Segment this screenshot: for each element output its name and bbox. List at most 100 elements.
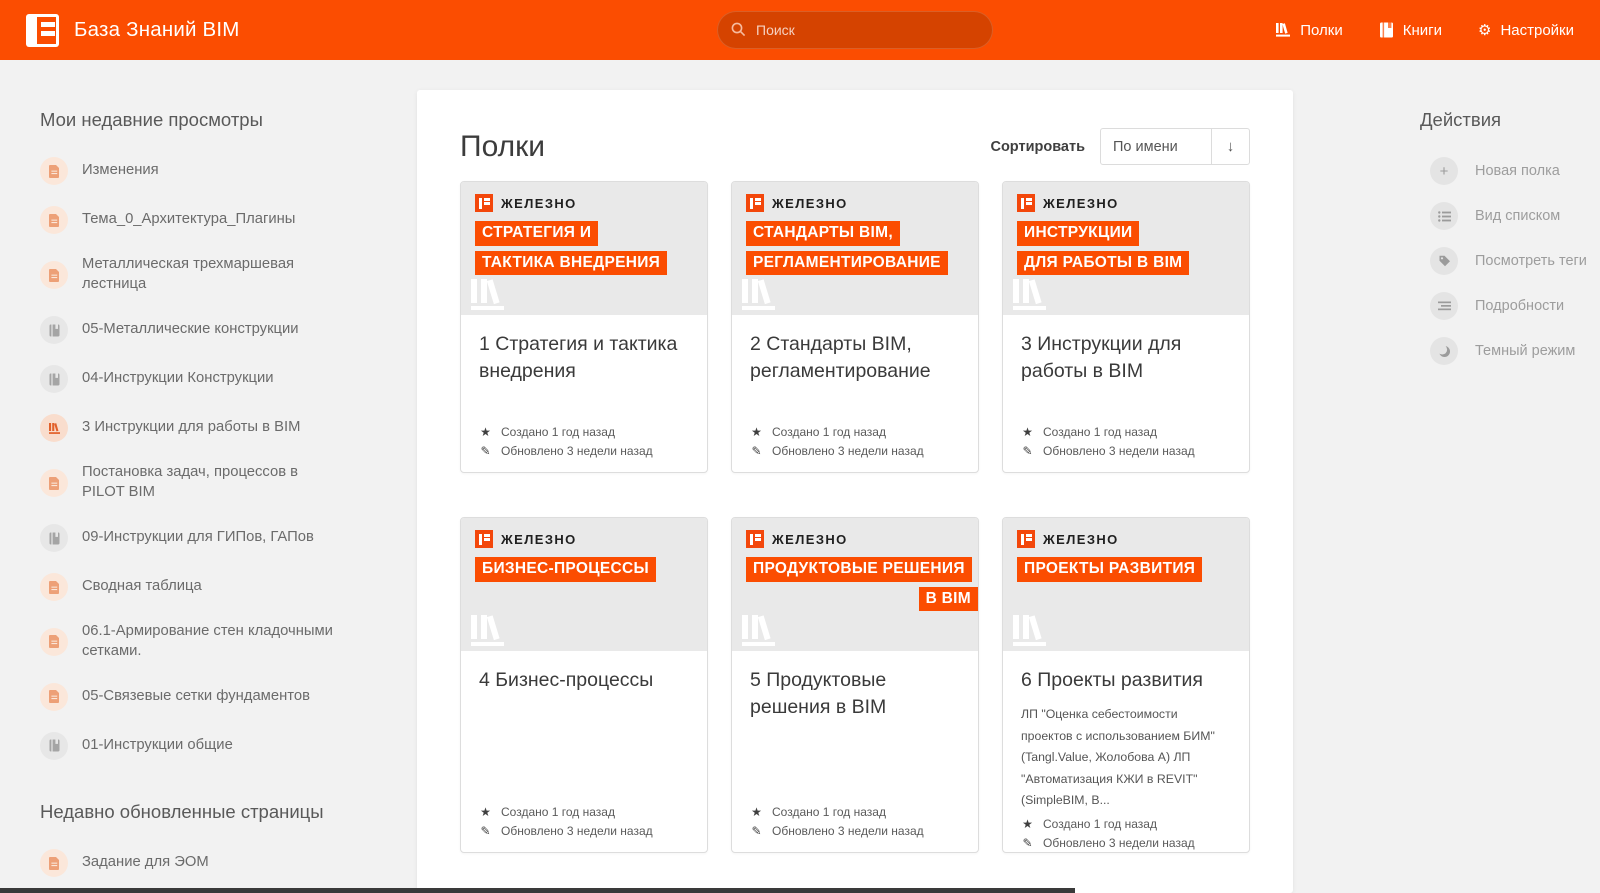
bookshelf-icon: [471, 615, 504, 646]
list-item[interactable]: 01-Инструкции общие: [40, 731, 387, 760]
pencil-icon: ✎: [751, 824, 762, 838]
app-title[interactable]: База Знаний BIM: [74, 18, 240, 42]
shelf-card[interactable]: ЖЕЛЕЗНО СТАНДАРТЫ BIM, РЕГЛАМЕНТИРОВАНИЕ…: [731, 181, 979, 473]
star-icon: ★: [751, 425, 762, 439]
shelf-card[interactable]: ЖЕЛЕЗНО СТРАТЕГИЯ И ТАКТИКА ВНЕДРЕНИЯ 1 …: [460, 181, 708, 473]
list-item-label: 01-Инструкции общие: [82, 736, 233, 753]
shelf-card[interactable]: ЖЕЛЕЗНО ИНСТРУКЦИИ ДЛЯ РАБОТЫ В BIM 3 Ин…: [1002, 181, 1250, 473]
list-icon: [1430, 202, 1458, 231]
actions-heading: Действия: [1420, 109, 1502, 130]
brand-name: ЖЕЛЕЗНО: [772, 195, 848, 211]
list-item-label: 05-Металлические конструкции: [82, 321, 299, 338]
new-shelf-button[interactable]: + Новая полка: [1430, 157, 1600, 186]
pencil-icon: ✎: [1022, 444, 1033, 458]
list-item-label: 09-Инструкции для ГИПов, ГАПов: [82, 529, 314, 546]
arrow-down-icon: ↓: [1226, 138, 1235, 155]
list-item-label: 05-Связевые сетки фундаментов: [82, 687, 310, 704]
cover-banner: ПРОЕКТЫ РАЗВИТИЯ: [1017, 557, 1249, 582]
list-item[interactable]: 06.1-Армирование стен кладочными сетками…: [40, 622, 387, 662]
star-icon: ★: [1022, 425, 1033, 439]
zhelezno-logo-icon: [1017, 194, 1035, 212]
shelf-title: 3 Инструкции для работы в BIM: [1021, 333, 1182, 383]
list-item-label: Сводная таблица: [82, 578, 202, 595]
page-title: Полки: [460, 129, 545, 163]
star-icon: ★: [480, 425, 491, 439]
shelf-title: 1 Стратегия и тактика внедрения: [479, 333, 678, 383]
zhelezno-logo-icon: [475, 194, 493, 212]
page-icon: [40, 157, 68, 186]
nav-books-label: Книги: [1402, 21, 1442, 39]
shelf-card[interactable]: ЖЕЛЕЗНО ПРОЕКТЫ РАЗВИТИЯ 6 Проекты разви…: [1002, 517, 1250, 853]
nav-books[interactable]: Книги: [1379, 22, 1442, 39]
list-item[interactable]: 3 Инструкции для работы в BIM: [40, 414, 387, 443]
pencil-icon: ✎: [480, 444, 491, 458]
zhelezno-logo-icon: [746, 194, 764, 212]
shelf-meta: ★ Создано 1 год назад ✎ Обновлено 3 недели…: [1022, 816, 1195, 850]
page-icon: [40, 573, 68, 601]
zhelezno-logo-icon: [475, 530, 493, 548]
main-panel: Полки Сортировать По имени ↓ ЖЕЛЕЗНО СТР…: [417, 90, 1293, 893]
list-item[interactable]: 09-Инструкции для ГИПов, ГАПов: [40, 524, 387, 552]
page-icon: [40, 469, 68, 498]
actions-sidebar: Действия + Новая полка Вид списком Посмо…: [1293, 60, 1600, 893]
list-item-label: Задание для ЭОМ: [82, 854, 209, 871]
bookshelf-icon: [40, 414, 68, 443]
nav-settings[interactable]: ⚙ Настройки: [1478, 22, 1574, 39]
gear-icon: ⚙: [1477, 21, 1492, 39]
list-item-label: Тема_0_Архитектура_Плагины: [82, 211, 296, 228]
cover-banner: ИНСТРУКЦИИ ДЛЯ РАБОТЫ В BIM: [1017, 221, 1249, 275]
list-item[interactable]: 05-Связевые сетки фундаментов: [40, 682, 387, 711]
sort-select[interactable]: По имени: [1101, 129, 1211, 164]
list-item[interactable]: Постановка задач, процессов в PILOT BIM: [40, 463, 387, 503]
shelf-card[interactable]: ЖЕЛЕЗНО ПРОДУКТОВЫЕ РЕШЕНИЯ В BIM 5 Прод…: [731, 517, 979, 853]
brand-name: ЖЕЛЕЗНО: [501, 531, 577, 547]
sort-direction-button[interactable]: ↓: [1211, 129, 1249, 164]
bookshelf-icon: [1276, 23, 1291, 37]
page-icon: [40, 682, 68, 711]
page-icon: [40, 627, 68, 656]
list-item[interactable]: 05-Металлические конструкции: [40, 316, 387, 345]
moon-icon: [1430, 337, 1458, 366]
cover-banner: БИЗНЕС-ПРОЦЕССЫ: [475, 557, 707, 582]
book-icon: [1379, 22, 1393, 38]
list-item-label: Изменения: [82, 162, 159, 179]
shelf-card[interactable]: ЖЕЛЕЗНО БИЗНЕС-ПРОЦЕССЫ 4 Бизнес-процесс…: [460, 517, 708, 853]
details-icon: [1430, 292, 1458, 321]
shelf-description: ЛП "Оценка себестоимости проектов с испо…: [1021, 707, 1215, 808]
list-item[interactable]: 04-Инструкции Конструкции: [40, 365, 387, 394]
dark-mode-button[interactable]: Темный режим: [1430, 337, 1600, 366]
left-sidebar: Мои недавние просмотры Изменения Тема_0_…: [0, 60, 417, 893]
pencil-icon: ✎: [751, 444, 762, 458]
bookshelf-icon: [742, 279, 775, 310]
page-icon: [40, 261, 68, 290]
brand-name: ЖЕЛЕЗНО: [501, 195, 577, 211]
nav-shelves[interactable]: Полки: [1275, 22, 1343, 39]
zhelezno-logo-icon: [1017, 530, 1035, 548]
list-item[interactable]: Задание для ЭОМ: [40, 849, 387, 878]
bookshelf-icon: [1013, 615, 1046, 646]
recent-pages-heading: Недавно обновленные страницы: [40, 800, 324, 822]
list-item[interactable]: Сводная таблица: [40, 573, 387, 601]
cover-banner: СТРАТЕГИЯ И ТАКТИКА ВНЕДРЕНИЯ: [475, 221, 707, 275]
star-icon: ★: [751, 805, 762, 819]
book-icon: [40, 731, 68, 760]
shelf-meta: ★ Создано 1 год назад ✎ Обновлено 3 недели…: [751, 805, 924, 838]
search-input[interactable]: [717, 11, 993, 49]
details-button[interactable]: Подробности: [1430, 292, 1600, 321]
bookshelf-icon: [1013, 279, 1046, 310]
list-item[interactable]: Тема_0_Архитектура_Плагины: [40, 206, 387, 235]
footer-edge: [0, 888, 1075, 893]
shelf-cover-image: ЖЕЛЕЗНО ПРОЕКТЫ РАЗВИТИЯ: [1003, 518, 1249, 651]
recent-views-heading: Мои недавние просмотры: [40, 109, 263, 130]
list-item[interactable]: Изменения: [40, 157, 387, 186]
list-item-label: Постановка задач, процессов в PILOT BIM: [82, 464, 299, 501]
list-item-label: 04-Инструкции Конструкции: [82, 370, 274, 387]
sort-label: Сортировать: [990, 138, 1085, 155]
app-logo[interactable]: [26, 13, 59, 47]
list-item[interactable]: Металлическая трехмаршевая лестница: [40, 255, 387, 295]
shelf-meta: ★ Создано 1 год назад ✎ Обновлено 3 недели…: [751, 425, 924, 458]
zhelezno-logo-icon: [746, 530, 764, 548]
view-tags-button[interactable]: Посмотреть теги: [1430, 247, 1600, 276]
list-view-button[interactable]: Вид списком: [1430, 202, 1600, 231]
shelf-title: 4 Бизнес-процессы: [479, 669, 654, 691]
